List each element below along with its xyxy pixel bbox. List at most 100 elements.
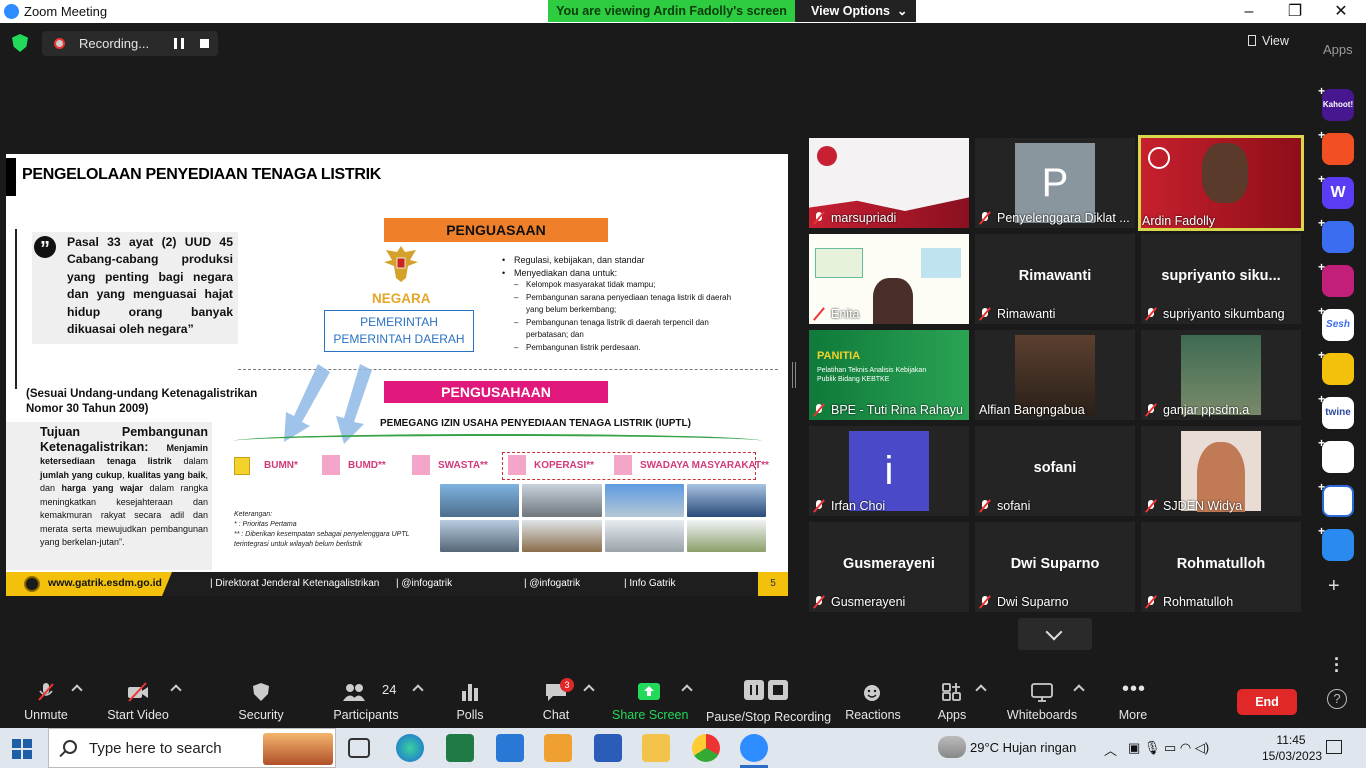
meeting-toolbar: Unmute Start Video Security 24 Participa… xyxy=(0,672,1366,728)
encryption-shield-icon[interactable] xyxy=(12,34,28,52)
photo xyxy=(686,519,766,552)
maximize-button[interactable]: ❐ xyxy=(1272,1,1318,22)
store-icon[interactable] xyxy=(544,734,572,762)
task-view-icon[interactable] xyxy=(348,738,370,758)
pause-stop-recording-button[interactable]: Pause/Stop Recording xyxy=(706,672,831,728)
view-options-button[interactable]: View Options ⌄ xyxy=(795,0,916,22)
entity-label: BUMN* xyxy=(264,460,298,471)
mic-muted-icon xyxy=(813,307,825,321)
participant-name: BPE - Tuti Rina Rahayu xyxy=(831,403,964,417)
network-status-icons[interactable]: ▣ 🎙 ▭ ◠ ◁) xyxy=(1128,740,1209,756)
participant-tile[interactable]: Enita xyxy=(809,234,969,324)
pemerintah-daerah-label: PEMERINTAH DAERAH xyxy=(333,332,465,346)
split-view-handle[interactable] xyxy=(792,362,796,388)
chevron-up-icon[interactable] xyxy=(583,684,595,696)
apps-label-top[interactable]: Apps xyxy=(1323,42,1353,57)
start-video-button[interactable]: Start Video xyxy=(104,672,172,728)
mail-icon[interactable] xyxy=(496,734,524,762)
participant-name: Irfan Choi xyxy=(831,499,886,513)
participant-tile[interactable]: Gusmerayeni Gusmerayeni xyxy=(809,522,969,612)
pause-recording-icon[interactable] xyxy=(174,38,184,49)
share-screen-button[interactable]: Share Screen xyxy=(612,672,688,728)
stop-recording-icon[interactable] xyxy=(200,39,209,48)
participants-button[interactable]: 24 Participants xyxy=(330,672,402,728)
participant-big-name: supriyanto siku... xyxy=(1161,268,1281,284)
negara-label: NEGARA xyxy=(372,291,431,306)
chat-button[interactable]: 3 Chat xyxy=(536,672,576,728)
speaker-face xyxy=(1202,143,1248,203)
taskbar-clock[interactable]: 11:45 15/03/2023 xyxy=(1262,732,1322,764)
entity-bumn: BUMN* xyxy=(264,454,298,478)
close-button[interactable]: ✕ xyxy=(1318,1,1364,22)
tile-name-bar: Alfian Bangngabua xyxy=(979,402,1085,418)
reactions-button[interactable]: Reactions xyxy=(844,672,902,728)
weather-text[interactable]: 29°C Hujan ringan xyxy=(970,740,1076,755)
excel-icon[interactable] xyxy=(446,734,474,762)
polls-icon xyxy=(462,684,478,701)
windows-taskbar: Type here to search 29°C Hujan ringan ︿ … xyxy=(0,728,1366,768)
participant-tile[interactable]: supriyanto siku... supriyanto sikumbang xyxy=(1141,234,1301,324)
slide-title: PENGELOLAAN PENYEDIAAN TENAGA LISTRIK xyxy=(22,166,381,183)
participant-tile[interactable]: Rohmatulloh Rohmatulloh xyxy=(1141,522,1301,612)
polls-button[interactable]: Polls xyxy=(450,672,490,728)
notifications-icon[interactable] xyxy=(1326,740,1342,754)
entity-label: SWADAYA MASYARAKAT** xyxy=(640,460,769,471)
participant-tile[interactable]: Dwi Suparno Dwi Suparno xyxy=(975,522,1135,612)
participant-tile[interactable]: sofani sofani xyxy=(975,426,1135,516)
recording-indicator: Recording... xyxy=(42,31,218,56)
windows-start-icon[interactable] xyxy=(12,739,32,759)
gallery-next-page-button[interactable] xyxy=(1018,618,1092,650)
plus-icon: + xyxy=(1318,392,1326,406)
chevron-down-icon: ⌄ xyxy=(897,4,908,18)
viewing-screen-banner: You are viewing Ardin Fadolly's screen xyxy=(548,0,795,22)
tile-name-bar: Dwi Suparno xyxy=(979,594,1069,610)
participant-name: Enita xyxy=(831,307,860,321)
ket-line: ** : Diberikan kesempatan sebagai penyel… xyxy=(234,531,410,548)
minimize-button[interactable]: – xyxy=(1226,1,1272,22)
chevron-up-icon[interactable] xyxy=(412,684,424,696)
whiteboards-button[interactable]: Whiteboards xyxy=(1006,672,1078,728)
photo xyxy=(604,484,684,517)
add-app-icon[interactable]: + xyxy=(1328,575,1340,598)
search-placeholder: Type here to search xyxy=(89,740,222,757)
more-button[interactable]: ••• More xyxy=(1114,672,1152,728)
entity-label: BUMD** xyxy=(348,460,386,471)
video-bg-card xyxy=(921,248,961,278)
participant-tile[interactable]: P Penyelenggara Diklat ... xyxy=(975,138,1135,228)
zoom-taskbar-icon[interactable] xyxy=(740,734,768,768)
participant-tile[interactable]: marsupriadi xyxy=(809,138,969,228)
chrome-icon[interactable] xyxy=(692,734,720,762)
mic-muted-icon xyxy=(813,499,825,513)
file-explorer-icon[interactable] xyxy=(642,734,670,762)
view-options-label: View Options xyxy=(811,4,890,18)
apps-button[interactable]: Apps xyxy=(932,672,972,728)
participant-tile[interactable]: PANITIA Pelatihan Teknis Analisis Kebija… xyxy=(809,330,969,420)
active-speaker-tile[interactable]: Ardin Fadolly xyxy=(1138,135,1304,231)
help-icon[interactable]: ? xyxy=(1327,689,1347,709)
participant-tile[interactable]: Rimawanti Rimawanti xyxy=(975,234,1135,324)
penguasaan-bullets: Regulasi, kebijakan, dan standar Menyedi… xyxy=(500,254,736,354)
edge-browser-icon[interactable] xyxy=(396,734,424,762)
participant-tile[interactable]: ganjar ppsdm.a xyxy=(1141,330,1301,420)
chevron-up-icon[interactable] xyxy=(170,684,182,696)
participant-tile[interactable]: i Irfan Choi xyxy=(809,426,969,516)
asean-logo-icon xyxy=(817,146,837,166)
chevron-up-icon[interactable]: ︿ xyxy=(1104,740,1117,759)
mic-muted-icon xyxy=(38,683,54,701)
participant-tile[interactable]: Alfian Bangngabua xyxy=(975,330,1135,420)
window-title: Zoom Meeting xyxy=(24,4,108,19)
unmute-button[interactable]: Unmute xyxy=(14,672,78,728)
photo xyxy=(686,484,766,517)
mic-muted-icon xyxy=(1145,307,1157,321)
security-button[interactable]: Security xyxy=(234,672,288,728)
view-button[interactable]: View xyxy=(1248,34,1289,48)
tile-name-bar: BPE - Tuti Rina Rahayu xyxy=(813,402,963,418)
taskbar-search-box[interactable]: Type here to search xyxy=(48,728,336,768)
word-icon[interactable] xyxy=(594,734,622,762)
end-meeting-button[interactable]: End xyxy=(1237,689,1297,715)
participant-name: supriyanto sikumbang xyxy=(1163,307,1285,321)
quote-text: Pasal 33 ayat (2) UUD 45 Cabang-cabang p… xyxy=(67,235,233,337)
plus-icon: + xyxy=(1318,348,1326,362)
participant-tile[interactable]: SJDEN Widya xyxy=(1141,426,1301,516)
chevron-up-icon[interactable] xyxy=(975,684,987,696)
